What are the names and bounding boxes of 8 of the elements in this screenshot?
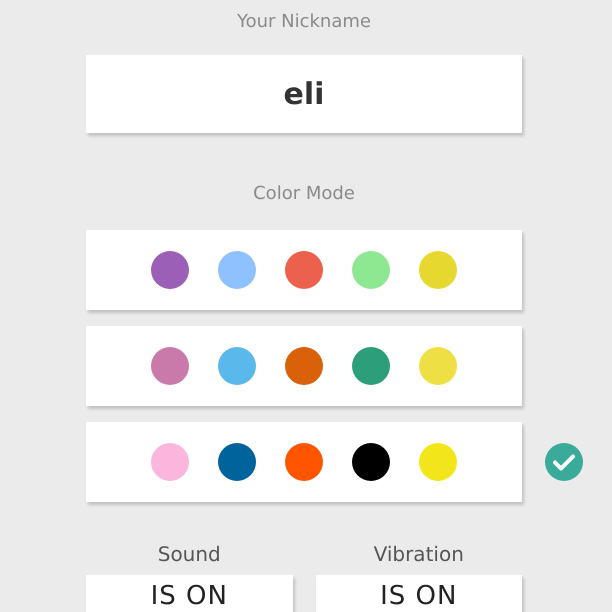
- section-label: Color Mode: [253, 183, 355, 205]
- field-label: Your Nickname: [237, 11, 371, 33]
- palette-option[interactable]: [86, 422, 522, 502]
- toggle-label: Sound: [158, 541, 221, 567]
- toggle-label: Vibration: [374, 541, 464, 567]
- toggle-button[interactable]: IS ON: [316, 575, 522, 612]
- toggle-button[interactable]: IS ON: [86, 575, 292, 612]
- nickname-field[interactable]: eli: [86, 55, 522, 133]
